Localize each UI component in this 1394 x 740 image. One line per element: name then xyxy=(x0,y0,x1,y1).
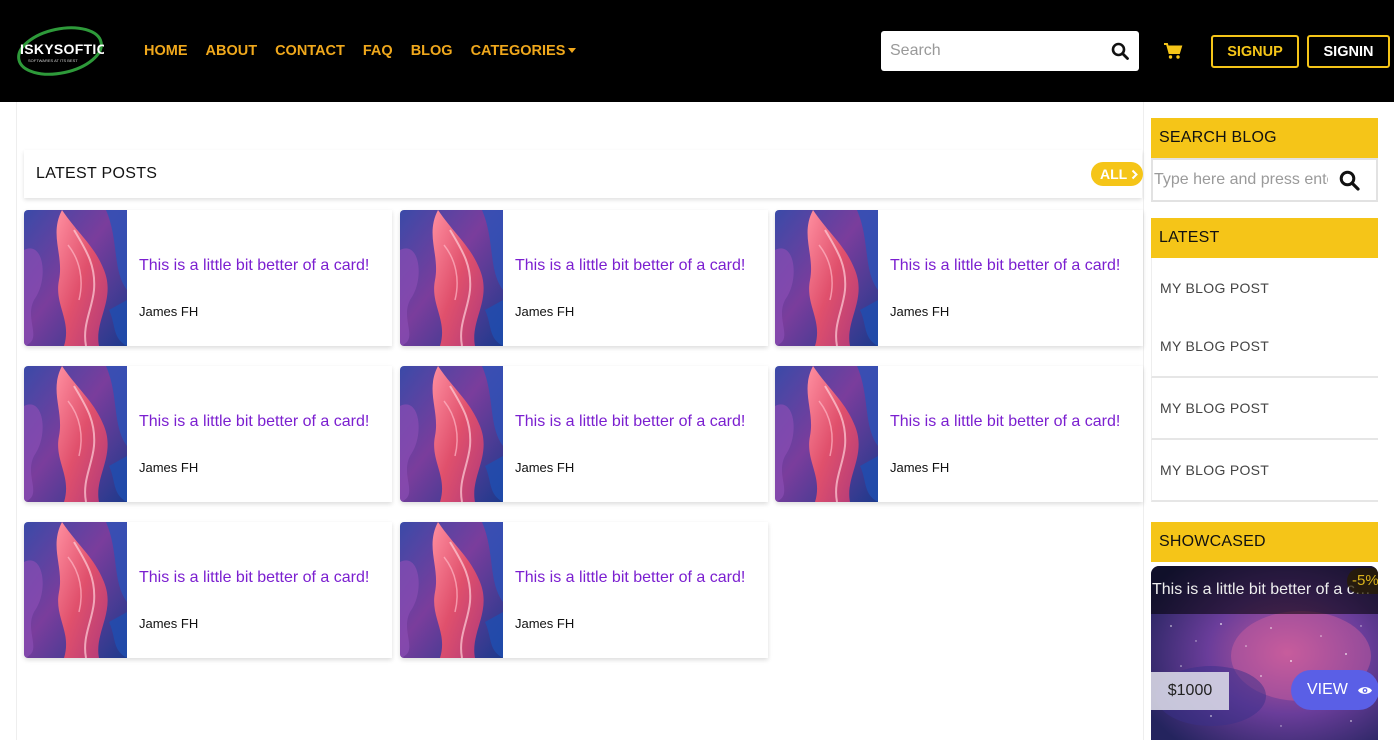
post-author: James FH xyxy=(890,304,950,319)
showcase-card[interactable]: This is a little bit better of a card! -… xyxy=(1151,566,1378,740)
post-card[interactable]: This is a little bit better of a card! J… xyxy=(400,210,768,346)
main-nav: HOME ABOUT CONTACT FAQ BLOG CATEGORIES xyxy=(144,43,594,59)
post-title[interactable]: This is a little bit better of a card! xyxy=(890,257,1120,275)
view-button[interactable]: VIEW xyxy=(1291,670,1378,710)
post-title[interactable]: This is a little bit better of a card! xyxy=(139,569,369,587)
signin-button[interactable]: SIGNIN xyxy=(1307,35,1390,68)
svg-text:SOFTWARES AT ITS BEST: SOFTWARES AT ITS BEST xyxy=(28,58,78,63)
post-thumbnail xyxy=(775,210,878,346)
site-logo[interactable]: ISKYSOFTIC SOFTWARES AT ITS BEST xyxy=(16,24,107,78)
post-thumbnail xyxy=(24,210,127,346)
post-thumbnail xyxy=(400,366,503,502)
post-author: James FH xyxy=(139,304,199,319)
post-card[interactable]: This is a little bit better of a card! J… xyxy=(775,210,1143,346)
sidebar-latest-post[interactable]: MY BLOG POST xyxy=(1151,440,1378,502)
discount-badge: -5% xyxy=(1347,568,1378,594)
showcased-heading: SHOWCASED xyxy=(1151,522,1378,562)
latest-posts-header: LATEST POSTS ALL xyxy=(24,150,1143,198)
showcase-title[interactable]: This is a little bit better of a card! xyxy=(1151,566,1378,614)
post-author: James FH xyxy=(515,616,575,631)
post-title[interactable]: This is a little bit better of a card! xyxy=(139,257,369,275)
sidebar-latest-post[interactable]: MY BLOG POST xyxy=(1151,316,1378,378)
search-icon[interactable] xyxy=(1111,42,1129,60)
nav-categories[interactable]: CATEGORIES xyxy=(471,43,577,59)
latest-heading: LATEST xyxy=(1151,218,1378,258)
caret-down-icon xyxy=(568,48,577,53)
nav-blog[interactable]: BLOG xyxy=(411,43,453,59)
post-card[interactable]: This is a little bit better of a card! J… xyxy=(400,366,768,502)
nav-contact[interactable]: CONTACT xyxy=(275,43,345,59)
price-tag: $1000 xyxy=(1151,672,1229,710)
post-thumbnail xyxy=(400,522,503,658)
post-author: James FH xyxy=(139,460,199,475)
search-icon[interactable] xyxy=(1339,170,1360,191)
view-label: VIEW xyxy=(1307,681,1348,698)
search-blog-heading: SEARCH BLOG xyxy=(1151,118,1378,158)
blog-search xyxy=(1151,158,1378,202)
header-search xyxy=(881,31,1139,71)
post-title[interactable]: This is a little bit better of a card! xyxy=(515,569,745,587)
sidebar-latest-post[interactable]: MY BLOG POST xyxy=(1151,258,1378,320)
cart-icon[interactable] xyxy=(1163,42,1183,60)
post-thumbnail xyxy=(24,366,127,502)
nav-faq[interactable]: FAQ xyxy=(363,43,393,59)
nav-categories-label: CATEGORIES xyxy=(470,43,566,59)
post-title[interactable]: This is a little bit better of a card! xyxy=(515,257,745,275)
post-thumbnail xyxy=(400,210,503,346)
search-input[interactable] xyxy=(881,31,1101,71)
post-author: James FH xyxy=(890,460,950,475)
all-posts-button[interactable]: ALL xyxy=(1091,162,1143,186)
blog-search-input[interactable] xyxy=(1153,160,1328,200)
post-thumbnail xyxy=(775,366,878,502)
post-card[interactable]: This is a little bit better of a card! J… xyxy=(400,522,768,658)
top-navbar: ISKYSOFTIC SOFTWARES AT ITS BEST HOME AB… xyxy=(0,0,1394,102)
post-title[interactable]: This is a little bit better of a card! xyxy=(515,413,745,431)
signup-button[interactable]: SIGNUP xyxy=(1211,35,1299,68)
nav-about[interactable]: ABOUT xyxy=(206,43,258,59)
post-title[interactable]: This is a little bit better of a card! xyxy=(139,413,369,431)
post-author: James FH xyxy=(515,304,575,319)
post-author: James FH xyxy=(515,460,575,475)
post-card[interactable]: This is a little bit better of a card! J… xyxy=(24,522,392,658)
post-thumbnail xyxy=(24,522,127,658)
post-title[interactable]: This is a little bit better of a card! xyxy=(890,413,1120,431)
sidebar-latest-post[interactable]: MY BLOG POST xyxy=(1151,378,1378,440)
post-card[interactable]: This is a little bit better of a card! J… xyxy=(775,366,1143,502)
svg-text:ISKYSOFTIC: ISKYSOFTIC xyxy=(20,41,104,57)
latest-posts-title: LATEST POSTS xyxy=(36,165,158,182)
nav-home[interactable]: HOME xyxy=(144,43,188,59)
eye-icon xyxy=(1357,686,1372,694)
chevron-right-icon xyxy=(1132,169,1139,179)
all-posts-label: ALL xyxy=(1100,166,1128,182)
post-card[interactable]: This is a little bit better of a card! J… xyxy=(24,366,392,502)
post-author: James FH xyxy=(139,616,199,631)
post-card[interactable]: This is a little bit better of a card! J… xyxy=(24,210,392,346)
